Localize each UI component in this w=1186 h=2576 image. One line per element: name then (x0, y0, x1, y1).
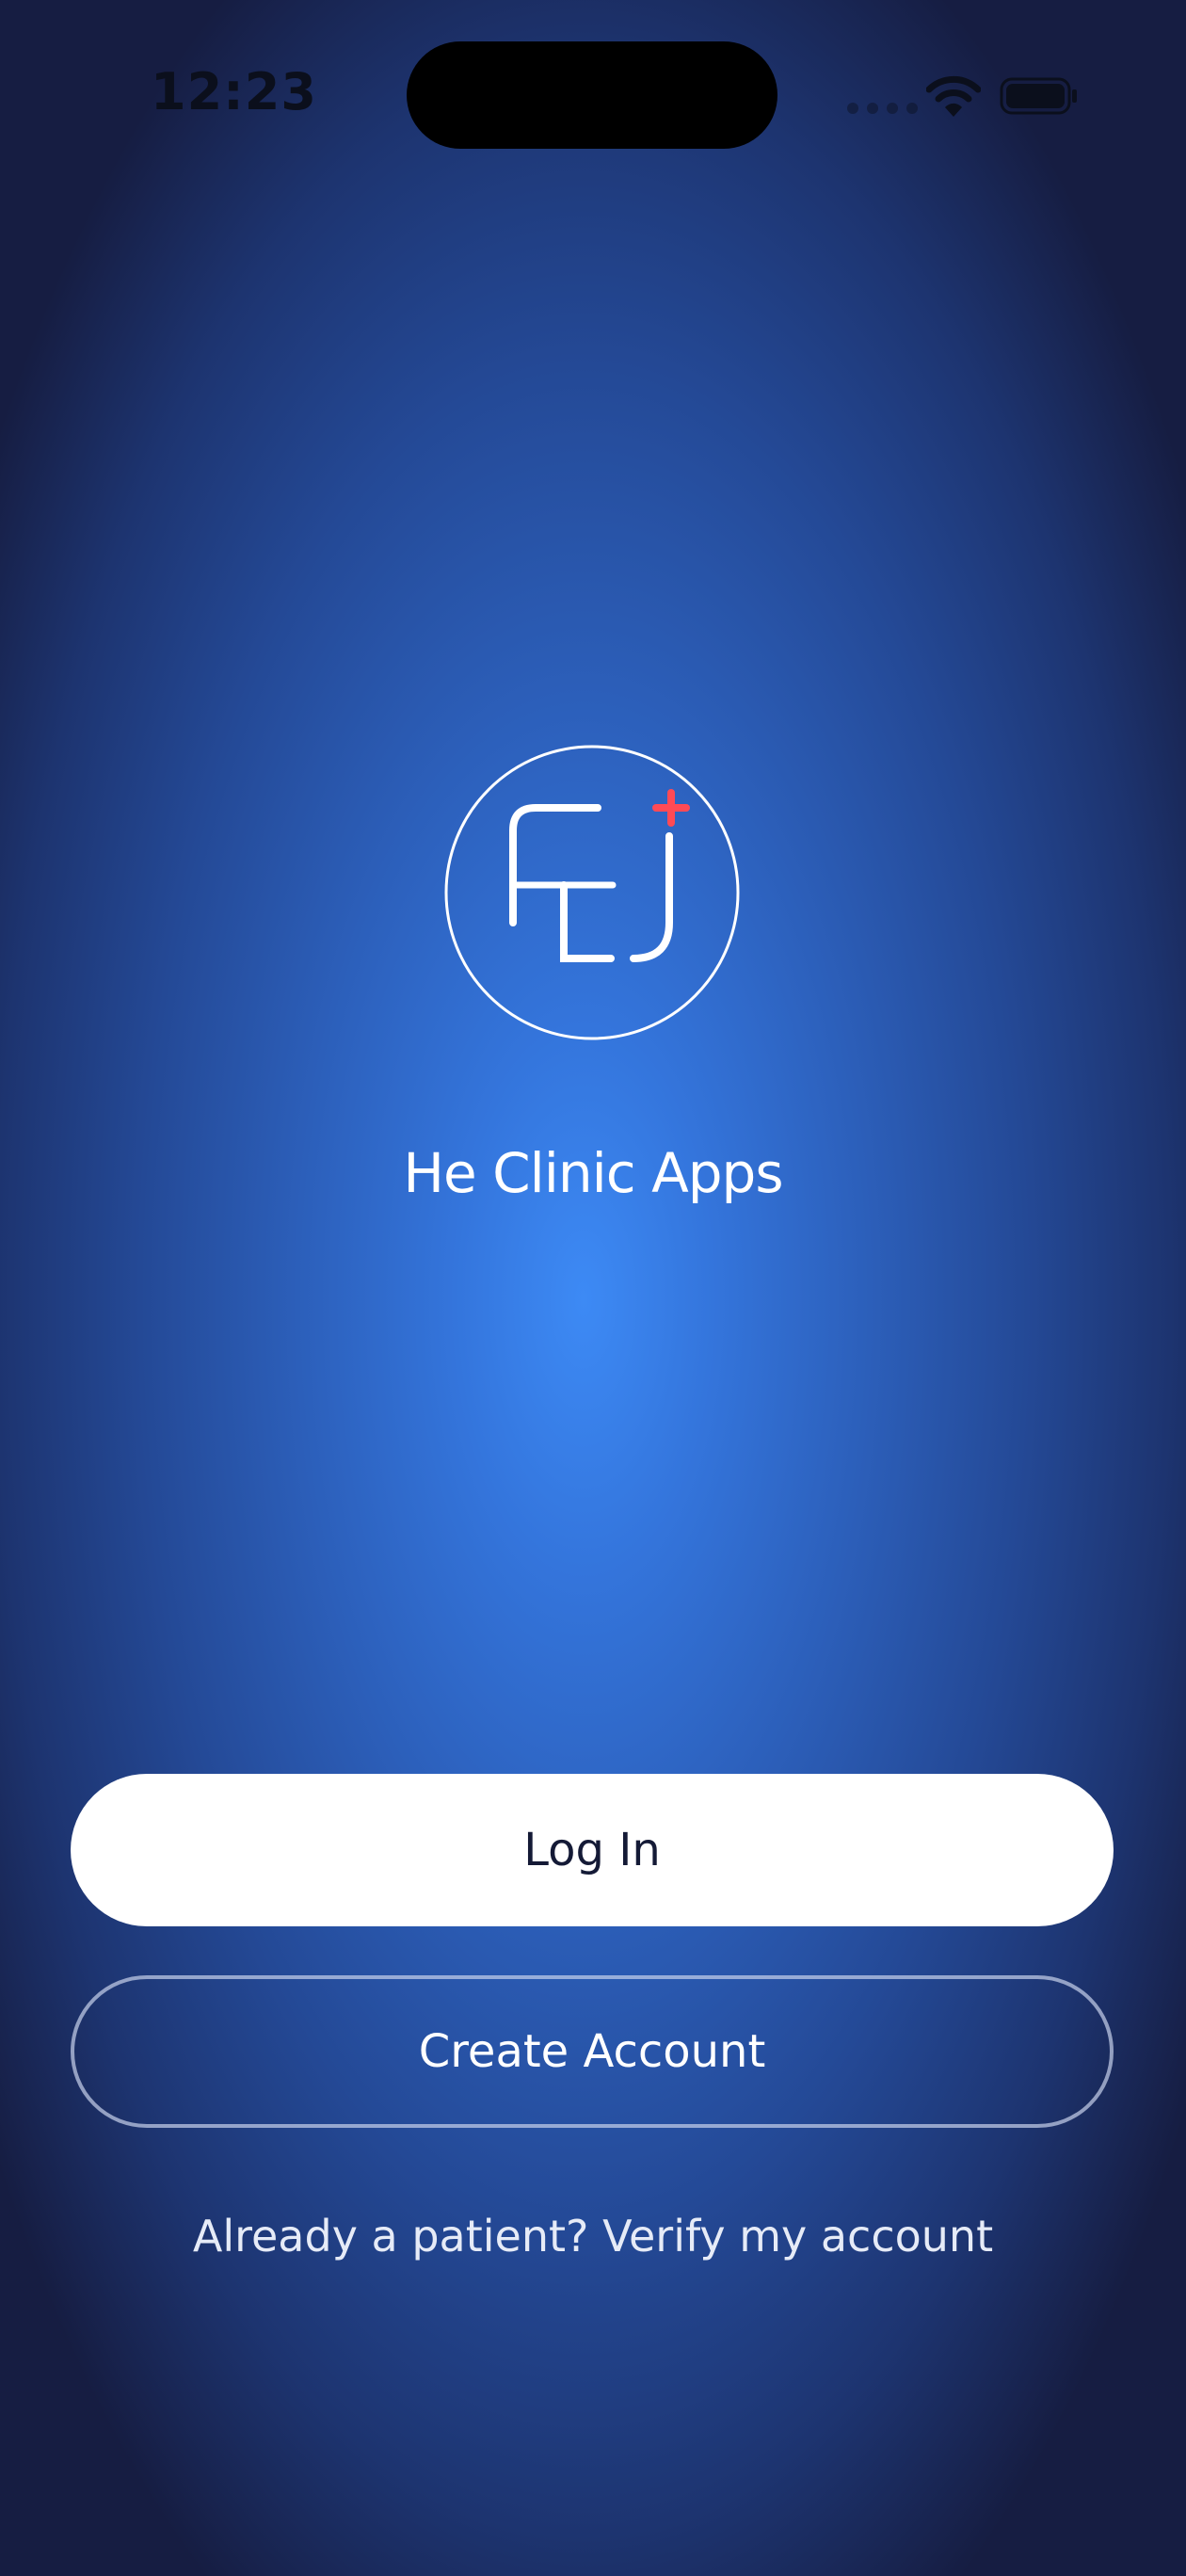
log-in-button-label: Log In (523, 1824, 661, 1876)
create-account-button[interactable]: Create Account (71, 1975, 1114, 2128)
cellular-signal-icon (847, 103, 918, 114)
battery-icon (1000, 77, 1077, 115)
create-account-button-label: Create Account (418, 2025, 766, 2078)
he-clinic-logo-icon (444, 745, 740, 1040)
welcome-screen: 12:23 He Clinic Apps Log In Create Accou… (0, 0, 1186, 2576)
status-time: 12:23 (151, 62, 317, 121)
verify-account-link[interactable]: Already a patient? Verify my account (0, 2211, 1186, 2262)
dynamic-island (407, 41, 777, 149)
status-bar: 12:23 (0, 0, 1186, 188)
wifi-icon (926, 75, 981, 117)
medical-cross-icon (652, 789, 690, 827)
log-in-button[interactable]: Log In (71, 1774, 1114, 1926)
app-name: He Clinic Apps (403, 1141, 783, 1205)
